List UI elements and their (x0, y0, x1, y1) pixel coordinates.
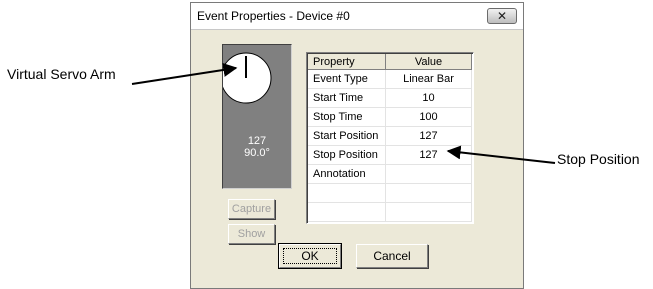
callout-arrows (131, 62, 556, 164)
stop-position-arrow (446, 145, 556, 164)
servo-arm-arrow (131, 62, 238, 85)
